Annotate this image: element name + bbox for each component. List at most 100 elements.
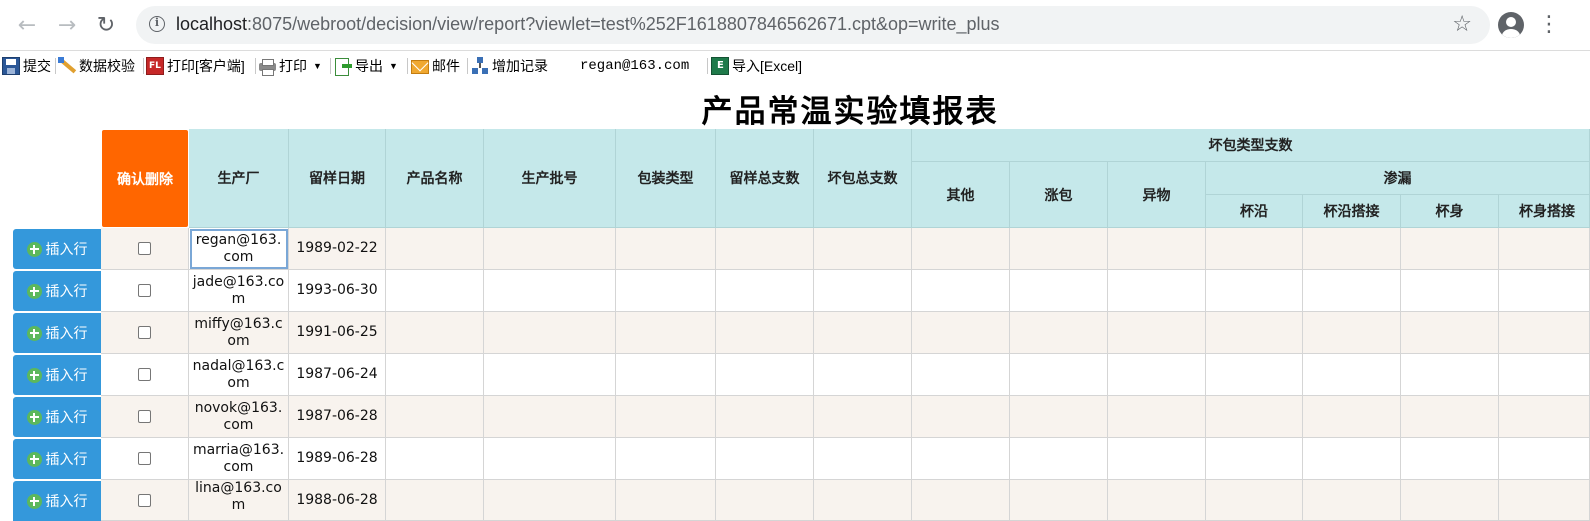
- batch-cell[interactable]: [484, 228, 616, 270]
- url-text[interactable]: localhost:8075/webroot/decision/view/rep…: [176, 14, 1000, 35]
- cup-body-joint-cell[interactable]: [1499, 480, 1590, 521]
- sample-date-cell[interactable]: 1993-06-30: [289, 270, 386, 312]
- factory-cell[interactable]: regan@163.com: [189, 228, 289, 270]
- cup-body-cell[interactable]: [1401, 438, 1499, 480]
- total-broken-cell[interactable]: [814, 312, 912, 354]
- cup-edge-joint-cell[interactable]: [1303, 480, 1401, 521]
- sample-date-cell[interactable]: 1989-06-28: [289, 438, 386, 480]
- cup-body-joint-cell[interactable]: [1499, 438, 1590, 480]
- factory-cell[interactable]: jade@163.com: [189, 270, 289, 312]
- cup-edge-joint-cell[interactable]: [1303, 228, 1401, 270]
- delete-checkbox[interactable]: [138, 493, 151, 507]
- foreign-cell[interactable]: [1108, 354, 1206, 396]
- foreign-cell[interactable]: [1108, 480, 1206, 521]
- insert-row-button[interactable]: 插入行: [13, 313, 101, 353]
- package-type-cell[interactable]: [616, 438, 716, 480]
- product-name-cell[interactable]: [386, 396, 484, 438]
- cup-body-joint-cell[interactable]: [1499, 396, 1590, 438]
- swell-cell[interactable]: [1010, 228, 1108, 270]
- swell-cell[interactable]: [1010, 270, 1108, 312]
- cup-edge-cell[interactable]: [1206, 312, 1303, 354]
- delete-checkbox[interactable]: [138, 326, 151, 339]
- cup-body-cell[interactable]: [1401, 354, 1499, 396]
- insert-row-button[interactable]: 插入行: [13, 439, 101, 479]
- cup-body-joint-cell[interactable]: [1499, 228, 1590, 270]
- sample-date-cell[interactable]: 1991-06-25: [289, 312, 386, 354]
- import-excel-button[interactable]: E 导入[Excel]: [711, 56, 802, 76]
- kebab-menu-icon[interactable]: ⋮: [1538, 12, 1560, 38]
- factory-cell[interactable]: miffy@163.com: [189, 312, 289, 354]
- sample-date-cell[interactable]: 1989-02-22: [289, 228, 386, 270]
- product-name-cell[interactable]: [386, 354, 484, 396]
- cup-edge-cell[interactable]: [1206, 480, 1303, 521]
- arrow-right-icon[interactable]: →: [52, 10, 82, 40]
- total-broken-cell[interactable]: [814, 228, 912, 270]
- cup-body-joint-cell[interactable]: [1499, 270, 1590, 312]
- total-samples-cell[interactable]: [716, 480, 814, 521]
- batch-cell[interactable]: [484, 396, 616, 438]
- cup-body-cell[interactable]: [1401, 480, 1499, 521]
- delete-checkbox[interactable]: [138, 284, 151, 297]
- submit-button[interactable]: 提交: [2, 56, 51, 76]
- cup-body-cell[interactable]: [1401, 228, 1499, 270]
- profile-avatar-icon[interactable]: [1498, 12, 1524, 38]
- foreign-cell[interactable]: [1108, 438, 1206, 480]
- delete-checkbox[interactable]: [138, 368, 151, 381]
- add-record-button[interactable]: 增加记录: [471, 56, 548, 76]
- other-cell[interactable]: [912, 228, 1010, 270]
- cup-edge-cell[interactable]: [1206, 270, 1303, 312]
- caret-down-icon[interactable]: ▼: [389, 61, 398, 71]
- package-type-cell[interactable]: [616, 270, 716, 312]
- total-samples-cell[interactable]: [716, 354, 814, 396]
- total-broken-cell[interactable]: [814, 354, 912, 396]
- foreign-cell[interactable]: [1108, 312, 1206, 354]
- product-name-cell[interactable]: [386, 228, 484, 270]
- package-type-cell[interactable]: [616, 228, 716, 270]
- other-cell[interactable]: [912, 312, 1010, 354]
- factory-cell[interactable]: nadal@163.com: [189, 354, 289, 396]
- total-samples-cell[interactable]: [716, 312, 814, 354]
- factory-cell[interactable]: lina@163.com: [189, 480, 289, 521]
- product-name-cell[interactable]: [386, 438, 484, 480]
- package-type-cell[interactable]: [616, 396, 716, 438]
- print-client-button[interactable]: FL 打印[客户端]: [146, 56, 245, 76]
- swell-cell[interactable]: [1010, 396, 1108, 438]
- caret-down-icon[interactable]: ▼: [313, 61, 322, 71]
- product-name-cell[interactable]: [386, 270, 484, 312]
- star-icon[interactable]: ☆: [1452, 12, 1472, 37]
- package-type-cell[interactable]: [616, 312, 716, 354]
- mail-button[interactable]: 邮件: [411, 54, 460, 76]
- arrow-left-icon[interactable]: ←: [12, 10, 42, 40]
- total-broken-cell[interactable]: [814, 480, 912, 521]
- package-type-cell[interactable]: [616, 354, 716, 396]
- factory-cell[interactable]: novok@163.com: [189, 396, 289, 438]
- total-samples-cell[interactable]: [716, 438, 814, 480]
- reload-icon[interactable]: ↻: [91, 10, 121, 40]
- total-samples-cell[interactable]: [716, 396, 814, 438]
- cup-edge-joint-cell[interactable]: [1303, 396, 1401, 438]
- other-cell[interactable]: [912, 480, 1010, 521]
- batch-cell[interactable]: [484, 438, 616, 480]
- sample-date-cell[interactable]: 1987-06-24: [289, 354, 386, 396]
- cup-body-cell[interactable]: [1401, 270, 1499, 312]
- insert-row-button[interactable]: 插入行: [13, 397, 101, 437]
- insert-row-button[interactable]: 插入行: [13, 481, 101, 521]
- foreign-cell[interactable]: [1108, 270, 1206, 312]
- cup-edge-joint-cell[interactable]: [1303, 270, 1401, 312]
- cup-edge-joint-cell[interactable]: [1303, 312, 1401, 354]
- total-broken-cell[interactable]: [814, 270, 912, 312]
- swell-cell[interactable]: [1010, 438, 1108, 480]
- total-broken-cell[interactable]: [814, 396, 912, 438]
- confirm-delete-header[interactable]: 确认删除: [101, 129, 189, 228]
- total-samples-cell[interactable]: [716, 270, 814, 312]
- delete-checkbox[interactable]: [138, 242, 151, 255]
- validate-button[interactable]: 数据校验: [58, 56, 135, 76]
- swell-cell[interactable]: [1010, 354, 1108, 396]
- sample-date-cell[interactable]: 1987-06-28: [289, 396, 386, 438]
- insert-row-button[interactable]: 插入行: [13, 355, 101, 395]
- foreign-cell[interactable]: [1108, 228, 1206, 270]
- cup-edge-cell[interactable]: [1206, 438, 1303, 480]
- sample-date-cell[interactable]: 1988-06-28: [289, 480, 386, 521]
- print-button[interactable]: 打印 ▼: [258, 56, 322, 76]
- address-bar[interactable]: localhost:8075/webroot/decision/view/rep…: [136, 6, 1490, 44]
